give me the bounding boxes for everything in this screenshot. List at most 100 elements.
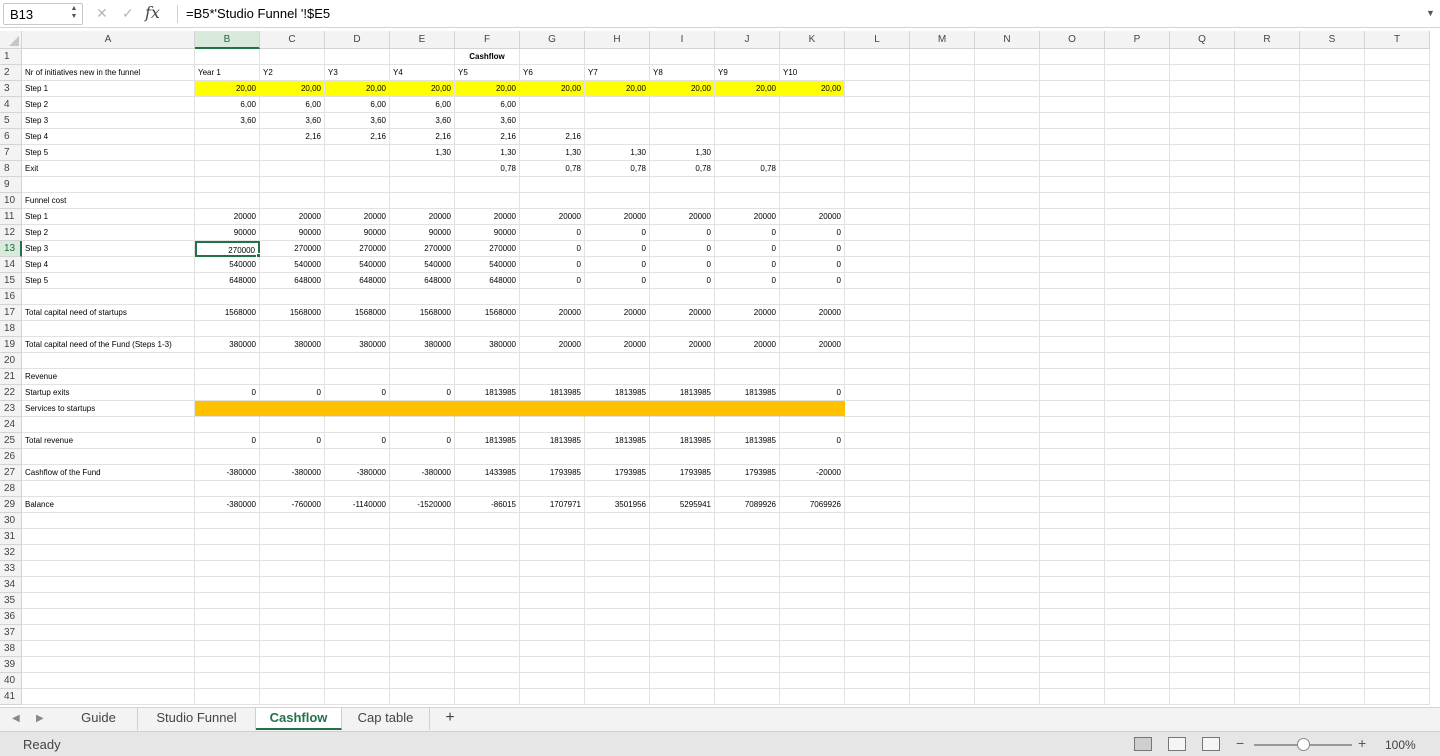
cell-o25[interactable] xyxy=(1040,433,1105,449)
cell-t29[interactable] xyxy=(1365,497,1430,513)
cell-c38[interactable] xyxy=(260,641,325,657)
cell-l35[interactable] xyxy=(845,593,910,609)
next-sheet-icon[interactable]: ▶ xyxy=(36,713,44,724)
cell-k34[interactable] xyxy=(780,577,845,593)
cell-q13[interactable] xyxy=(1170,241,1235,257)
cell-m31[interactable] xyxy=(910,529,975,545)
cell-b25[interactable]: 0 xyxy=(195,433,260,449)
row-header[interactable]: 35 xyxy=(0,593,22,609)
cell-d39[interactable] xyxy=(325,657,390,673)
cell-o7[interactable] xyxy=(1040,145,1105,161)
cell-c22[interactable]: 0 xyxy=(260,385,325,401)
cell-a24[interactable] xyxy=(22,417,195,433)
cell-l22[interactable] xyxy=(845,385,910,401)
cell-s38[interactable] xyxy=(1300,641,1365,657)
cell-j31[interactable] xyxy=(715,529,780,545)
cell-n17[interactable] xyxy=(975,305,1040,321)
cell-l21[interactable] xyxy=(845,369,910,385)
cell-p9[interactable] xyxy=(1105,177,1170,193)
cell-h36[interactable] xyxy=(585,609,650,625)
cell-t22[interactable] xyxy=(1365,385,1430,401)
cell-b5[interactable]: 3,60 xyxy=(195,113,260,129)
row-header[interactable]: 6 xyxy=(0,129,22,145)
cell-h34[interactable] xyxy=(585,577,650,593)
cell-d14[interactable]: 540000 xyxy=(325,257,390,273)
cell-s14[interactable] xyxy=(1300,257,1365,273)
cell-r9[interactable] xyxy=(1235,177,1300,193)
row-header[interactable]: 16 xyxy=(0,289,22,305)
cell-i10[interactable] xyxy=(650,193,715,209)
cell-c25[interactable]: 0 xyxy=(260,433,325,449)
cell-c28[interactable] xyxy=(260,481,325,497)
cell-l18[interactable] xyxy=(845,321,910,337)
cell-g18[interactable] xyxy=(520,321,585,337)
cell-s20[interactable] xyxy=(1300,353,1365,369)
cell-c20[interactable] xyxy=(260,353,325,369)
cell-n16[interactable] xyxy=(975,289,1040,305)
cell-b12[interactable]: 90000 xyxy=(195,225,260,241)
cell-m24[interactable] xyxy=(910,417,975,433)
cell-h38[interactable] xyxy=(585,641,650,657)
cell-g26[interactable] xyxy=(520,449,585,465)
cell-t11[interactable] xyxy=(1365,209,1430,225)
cell-i16[interactable] xyxy=(650,289,715,305)
cell-i29[interactable]: 5295941 xyxy=(650,497,715,513)
cell-p18[interactable] xyxy=(1105,321,1170,337)
cell-q39[interactable] xyxy=(1170,657,1235,673)
cell-c32[interactable] xyxy=(260,545,325,561)
row-header[interactable]: 26 xyxy=(0,449,22,465)
cell-q5[interactable] xyxy=(1170,113,1235,129)
cell-i18[interactable] xyxy=(650,321,715,337)
cell-e20[interactable] xyxy=(390,353,455,369)
cell-f30[interactable] xyxy=(455,513,520,529)
cell-q20[interactable] xyxy=(1170,353,1235,369)
cell-h25[interactable]: 1813985 xyxy=(585,433,650,449)
cell-j39[interactable] xyxy=(715,657,780,673)
cell-d31[interactable] xyxy=(325,529,390,545)
cell-p40[interactable] xyxy=(1105,673,1170,689)
cell-s26[interactable] xyxy=(1300,449,1365,465)
cell-p41[interactable] xyxy=(1105,689,1170,705)
cell-o15[interactable] xyxy=(1040,273,1105,289)
cell-m20[interactable] xyxy=(910,353,975,369)
cell-e24[interactable] xyxy=(390,417,455,433)
cell-g3[interactable]: 20,00 xyxy=(520,81,585,97)
cell-a30[interactable] xyxy=(22,513,195,529)
cell-t18[interactable] xyxy=(1365,321,1430,337)
cell-p13[interactable] xyxy=(1105,241,1170,257)
cell-g9[interactable] xyxy=(520,177,585,193)
cell-h26[interactable] xyxy=(585,449,650,465)
column-header-b[interactable]: B xyxy=(195,31,260,49)
cell-s8[interactable] xyxy=(1300,161,1365,177)
cell-q25[interactable] xyxy=(1170,433,1235,449)
cell-t3[interactable] xyxy=(1365,81,1430,97)
cell-c4[interactable]: 6,00 xyxy=(260,97,325,113)
cell-o21[interactable] xyxy=(1040,369,1105,385)
cell-p29[interactable] xyxy=(1105,497,1170,513)
cell-l24[interactable] xyxy=(845,417,910,433)
cell-e1[interactable] xyxy=(390,49,455,65)
cell-a21[interactable]: Revenue xyxy=(22,369,195,385)
cell-a17[interactable]: Total capital need of startups xyxy=(22,305,195,321)
cell-r15[interactable] xyxy=(1235,273,1300,289)
cell-k10[interactable] xyxy=(780,193,845,209)
cell-i13[interactable]: 0 xyxy=(650,241,715,257)
cell-m10[interactable] xyxy=(910,193,975,209)
cell-d6[interactable]: 2,16 xyxy=(325,129,390,145)
cell-j29[interactable]: 7089926 xyxy=(715,497,780,513)
cell-h39[interactable] xyxy=(585,657,650,673)
cell-m5[interactable] xyxy=(910,113,975,129)
cell-m28[interactable] xyxy=(910,481,975,497)
cell-k22[interactable]: 0 xyxy=(780,385,845,401)
cell-g39[interactable] xyxy=(520,657,585,673)
cell-f26[interactable] xyxy=(455,449,520,465)
cell-r20[interactable] xyxy=(1235,353,1300,369)
column-header-a[interactable]: A xyxy=(22,31,195,49)
cell-f29[interactable]: -86015 xyxy=(455,497,520,513)
cell-n33[interactable] xyxy=(975,561,1040,577)
cell-d7[interactable] xyxy=(325,145,390,161)
cell-e22[interactable]: 0 xyxy=(390,385,455,401)
cell-r17[interactable] xyxy=(1235,305,1300,321)
column-header-m[interactable]: M xyxy=(910,31,975,49)
cell-j23[interactable] xyxy=(715,401,780,417)
